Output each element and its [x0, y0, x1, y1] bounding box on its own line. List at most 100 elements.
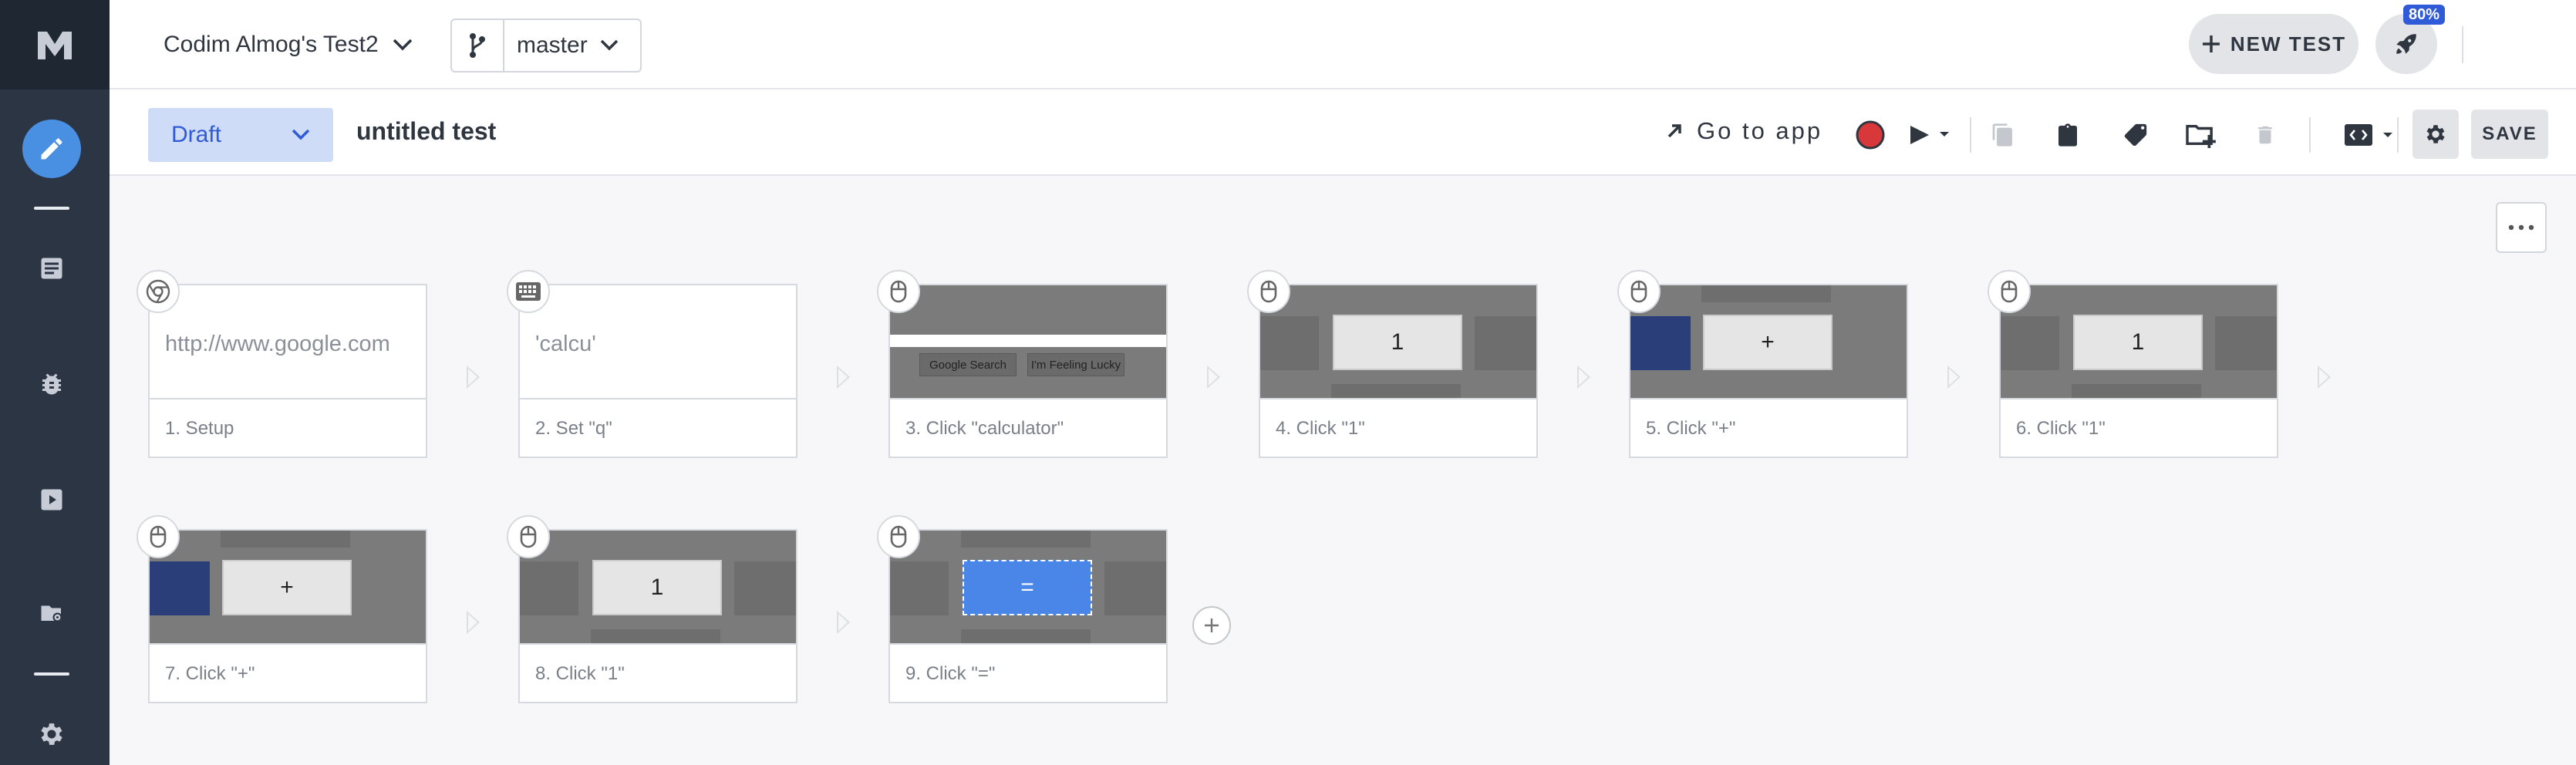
step-thumbnail: = — [890, 531, 1166, 645]
step-arrow — [467, 366, 480, 389]
step-thumbnail: 1 — [1260, 285, 1536, 399]
plus-icon — [1205, 618, 1219, 632]
folder-gear-icon — [41, 605, 62, 622]
left-sidebar — [0, 0, 110, 765]
arrow-up-right-icon — [1667, 124, 1681, 138]
step-arrow — [2318, 366, 2331, 389]
mouse-icon — [877, 270, 920, 313]
neighbor-key — [734, 561, 796, 615]
test-name[interactable]: untitled test — [356, 117, 496, 146]
step-label: 1. Setup — [165, 418, 234, 439]
step-card-click-equals[interactable]: = 9. Click "=" — [888, 529, 1168, 703]
go-to-app-label: Go to app — [1697, 117, 1823, 144]
setup-url: http://www.google.com — [165, 332, 390, 356]
add-to-folder-button[interactable] — [2181, 116, 2220, 154]
tag-button[interactable] — [2116, 116, 2155, 154]
chevron-down-icon — [292, 129, 310, 140]
step-card-click-plus[interactable]: + 7. Click "+" — [148, 529, 427, 703]
gear-icon — [41, 723, 62, 745]
toolbar-divider — [1970, 117, 1971, 153]
step-card-click-1[interactable]: 1 6. Click "1" — [1999, 284, 2278, 458]
mouse-icon — [877, 515, 920, 558]
neighbor-key — [2215, 316, 2277, 370]
typed-value: 'calcu' — [535, 332, 596, 356]
list-icon — [41, 258, 62, 279]
step-label: 7. Click "+" — [165, 663, 255, 684]
git-branch-icon — [452, 20, 504, 71]
calculator-key: 1 — [1333, 315, 1462, 370]
mouse-icon — [137, 515, 180, 558]
neighbor-key — [2001, 316, 2059, 370]
step-thumbnail: 'calcu' — [520, 285, 796, 399]
delete-button[interactable] — [2246, 116, 2284, 154]
more-options-button[interactable] — [2496, 202, 2547, 253]
chevron-down-icon — [393, 39, 412, 51]
project-name: Codim Almog's Test2 — [164, 32, 379, 57]
notification-badge: 80% — [2403, 5, 2445, 25]
step-card-click-plus[interactable]: + 5. Click "+" — [1629, 284, 1908, 458]
sidebar-item-runs[interactable] — [29, 477, 75, 523]
step-card-click-calculator[interactable]: Google Search I'm Feeling Lucky 3. Click… — [888, 284, 1168, 458]
branch-selector[interactable]: master — [450, 19, 642, 72]
new-test-button[interactable]: NEW TEST — [2189, 14, 2359, 74]
go-to-app-button[interactable]: Go to app — [1666, 117, 1822, 145]
step-label: 4. Click "1" — [1276, 418, 1365, 439]
neighbor-key — [1331, 384, 1461, 398]
calculator-key: 1 — [2073, 315, 2203, 370]
neighbor-key — [2072, 384, 2201, 398]
pencil-icon — [41, 138, 62, 160]
play-dropdown-icon — [1910, 126, 1949, 144]
step-card-click-1[interactable]: 1 8. Click "1" — [518, 529, 797, 703]
paste-button[interactable] — [2048, 116, 2087, 154]
header-divider — [2462, 26, 2463, 63]
step-card-click-1[interactable]: 1 4. Click "1" — [1259, 284, 1538, 458]
sidebar-item-settings[interactable] — [29, 711, 75, 757]
clipboard-icon — [2058, 123, 2077, 147]
step-arrow — [1947, 366, 1961, 389]
calculator-key: + — [222, 560, 352, 615]
trash-icon — [2258, 126, 2272, 144]
step-thumbnail: Google Search I'm Feeling Lucky — [890, 285, 1166, 399]
feeling-lucky-button: I'm Feeling Lucky — [1027, 353, 1124, 376]
sidebar-item-bugs[interactable] — [29, 361, 75, 407]
test-settings-button[interactable] — [2412, 110, 2459, 159]
neighbor-key — [221, 531, 350, 548]
calculator-key: + — [1703, 315, 1833, 370]
step-label: 6. Click "1" — [2016, 418, 2106, 439]
step-card-set-q[interactable]: 'calcu' 2. Set "q" — [518, 284, 797, 458]
mouse-icon — [1988, 270, 2031, 313]
project-selector[interactable]: Codim Almog's Test2 — [164, 26, 414, 63]
step-thumbnail: + — [1630, 285, 1907, 399]
sidebar-divider — [34, 672, 69, 676]
sidebar-item-edit[interactable] — [22, 120, 81, 178]
add-step-button[interactable] — [1192, 606, 1231, 645]
new-test-label: NEW TEST — [2230, 32, 2347, 56]
neighbor-key — [961, 629, 1091, 643]
step-thumbnail: + — [150, 531, 426, 645]
sidebar-item-settings-folder[interactable] — [29, 591, 75, 637]
mabl-logo[interactable] — [0, 0, 110, 89]
step-arrow — [837, 366, 850, 389]
step-thumbnail: 1 — [520, 531, 796, 645]
calculator-key: 1 — [592, 560, 722, 615]
folder-plus-icon — [2186, 124, 2216, 148]
neighbor-key — [1475, 316, 1536, 370]
save-button[interactable]: SAVE — [2471, 110, 2548, 159]
embed-menu-button[interactable] — [2343, 116, 2397, 154]
step-arrow — [1577, 366, 1590, 389]
record-button[interactable] — [1851, 116, 1890, 154]
step-card-setup[interactable]: http://www.google.com 1. Setup — [148, 284, 427, 458]
step-arrow — [837, 611, 850, 634]
step-thumbnail: 1 — [2001, 285, 2277, 399]
play-menu-button[interactable] — [1897, 116, 1959, 154]
toolbar-divider — [2309, 117, 2311, 153]
neighbor-key — [150, 561, 210, 615]
keyboard-icon — [507, 270, 550, 313]
sidebar-item-tests[interactable] — [29, 245, 75, 292]
status-dropdown[interactable]: Draft — [148, 108, 333, 162]
chevron-down-icon — [600, 39, 618, 51]
step-label: 3. Click "calculator" — [905, 418, 1064, 439]
logo-icon — [38, 32, 72, 59]
copy-button[interactable] — [1984, 116, 2022, 154]
step-label: 8. Click "1" — [535, 663, 625, 684]
